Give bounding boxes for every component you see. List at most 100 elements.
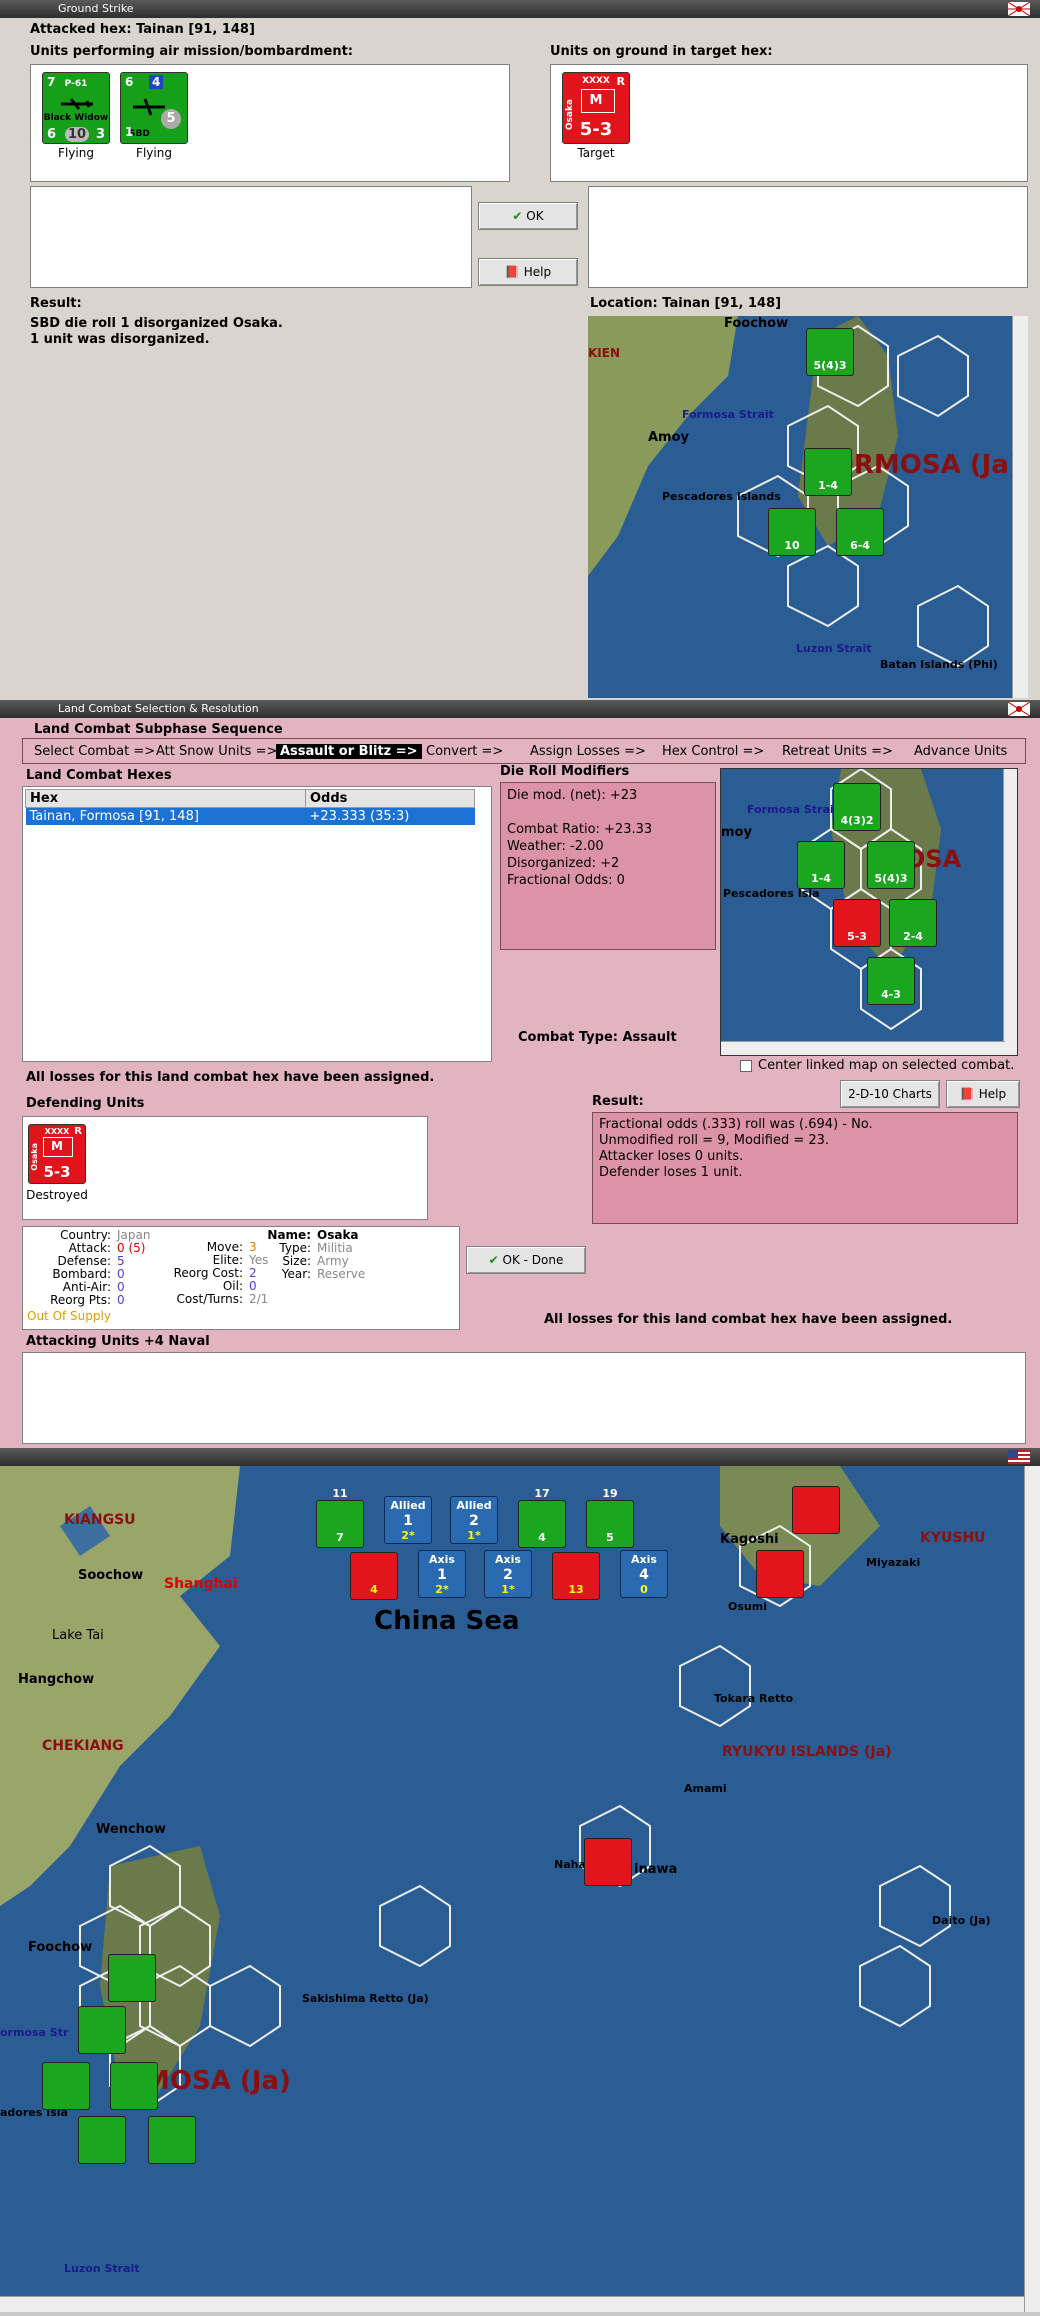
map-unit[interactable]: 5(4)3 (867, 841, 915, 889)
sea-box-number: 2 (503, 1567, 513, 1583)
linked-map-vscroll[interactable] (1003, 769, 1017, 1055)
map-unit[interactable]: 10 (768, 508, 816, 556)
die-roll-box: Die mod. (net): +23 Combat Ratio: +23.33… (500, 782, 716, 950)
map-scrollbar[interactable] (1012, 316, 1028, 698)
col-odds: Odds (305, 789, 475, 808)
main-map-hscroll[interactable] (0, 2296, 1024, 2312)
linked-map-hscroll[interactable] (721, 1041, 1005, 1055)
map-unit[interactable]: 6-4 (836, 508, 884, 556)
map-label-osumi: Osumi (728, 1600, 767, 1613)
die-line: Fractional Odds: 0 (507, 873, 625, 888)
map-label-okinawa: inawa (634, 1862, 678, 1877)
sea-box-axis-2[interactable]: Axis 2 1* (484, 1550, 532, 1598)
map-label-wenchow: Wenchow (96, 1822, 166, 1837)
air-unit-token[interactable]: 19 5 (586, 1487, 634, 1548)
tab-advance-units[interactable]: Advance Units (914, 744, 1007, 759)
map-unit[interactable] (78, 2116, 126, 2164)
window-title: Ground Strike (58, 2, 134, 15)
die-line: Disorganized: +2 (507, 856, 620, 871)
tab-att-snow[interactable]: Att Snow Units => (156, 744, 277, 759)
land-combat-titlebar[interactable]: Land Combat Selection & Resolution (0, 700, 1040, 718)
def-unit-status: Destroyed (26, 1188, 88, 1202)
land-combat-window: Land Combat Selection & Resolution Land … (0, 700, 1040, 2134)
die-line (507, 804, 709, 821)
sea-box-allied-2[interactable]: Allied 2 1* (450, 1496, 498, 1544)
axis-air-token[interactable]: 13 (552, 1552, 600, 1600)
sea-box-label: Allied (390, 1499, 426, 1512)
ground-strike-titlebar[interactable]: Ground Strike (0, 0, 1040, 18)
center-linked-row[interactable]: Center linked map on selected combat. (740, 1058, 1014, 1073)
tab-retreat-units[interactable]: Retreat Units => (782, 744, 893, 759)
map-unit[interactable]: 5(4)3 (806, 328, 854, 376)
token-value: 13 (568, 1583, 584, 1596)
result-line-1: SBD die roll 1 disorganized Osaka. (30, 316, 283, 331)
losses-msg-bottom: All losses for this land combat hex have… (544, 1312, 953, 1327)
map-label-kagoshima: Kagoshi (720, 1532, 779, 1547)
location-map[interactable]: Foochow KIEN Formosa Strait Amoy Pescado… (588, 316, 1028, 698)
linked-map[interactable]: Formosa Strait moy Pescadores Isla MOSA … (720, 768, 1018, 1056)
unit-sub: Black Widow (43, 113, 109, 123)
map-label-foochow: Foochow (28, 1940, 93, 1955)
unit-info-box: Country: Attack: Defense: Bombard: Anti-… (22, 1226, 460, 1330)
map-label-miyazaki: Miyazaki (866, 1556, 921, 1569)
air-unit-token[interactable]: 17 4 (518, 1487, 566, 1548)
air-unit-token[interactable]: 11 7 (316, 1487, 364, 1548)
map-unit[interactable]: 1-4 (804, 448, 852, 496)
tab-convert[interactable]: Convert => (426, 744, 503, 759)
map-label-formosa: MOSA (Ja) (144, 2066, 291, 2096)
def-unit-osaka[interactable]: XXXX R Osaka M 5-3 (28, 1124, 86, 1184)
hexes-label: Land Combat Hexes (26, 768, 172, 783)
cell-hex: Tainan, Formosa [91, 148] (29, 809, 199, 824)
main-map-vscroll[interactable] (1024, 1466, 1040, 2312)
sea-box-label: Axis (429, 1553, 455, 1566)
map-unit[interactable] (108, 1954, 156, 2002)
charts-button[interactable]: 2-D-10 Charts (840, 1080, 940, 1108)
token-value: 4 (538, 1531, 546, 1544)
map-label-hangchow: Hangchow (18, 1672, 95, 1687)
sea-box-mod: 1* (501, 1583, 515, 1596)
info-key: Reorg Pts: (50, 1293, 111, 1307)
axis-air-token[interactable]: 4 (350, 1552, 398, 1600)
map-unit[interactable]: 4(3)2 (833, 783, 881, 831)
tab-assault-blitz[interactable]: Assault or Blitz => (276, 744, 422, 759)
map-unit[interactable]: 1-4 (797, 841, 845, 889)
map-unit[interactable]: 2-4 (889, 899, 937, 947)
map-unit[interactable] (110, 2062, 158, 2110)
help-button[interactable]: 📕 Help (478, 258, 578, 286)
map-label-sakishima: Sakishima Retto (Ja) (302, 1992, 429, 2005)
sea-box-axis-1[interactable]: Axis 1 2* (418, 1550, 466, 1598)
sea-box-allied-1[interactable]: Allied 1 2* (384, 1496, 432, 1544)
map-unit[interactable]: 4-3 (867, 957, 915, 1005)
unit-top-left: 6 (125, 75, 134, 89)
center-linked-checkbox[interactable] (740, 1060, 752, 1072)
ok-done-button[interactable]: ✔ OK - Done (466, 1246, 586, 1274)
ground-unit-osaka[interactable]: XXXX R Osaka M 5-3 (562, 72, 630, 144)
hexes-table: Hex Odds Tainan, Formosa [91, 148] +23.3… (25, 789, 475, 825)
land-help-button[interactable]: 📕 Help (946, 1080, 1020, 1108)
tab-select-combat[interactable]: Select Combat => (34, 744, 155, 759)
map-label-pescadores: Pescadores Islands (662, 490, 781, 503)
right-message-box (588, 186, 1028, 288)
ok-button[interactable]: ✔ OK (478, 202, 578, 230)
map-unit[interactable]: 5-3 (833, 899, 881, 947)
main-map[interactable]: KIANGSU Soochow Shanghai Lake Tai Hangch… (0, 1466, 1040, 2312)
tab-hex-control[interactable]: Hex Control => (662, 744, 764, 759)
sea-box-label: Axis (495, 1553, 521, 1566)
table-row[interactable]: Tainan, Formosa [91, 148] +23.333 (35:3) (25, 807, 475, 825)
main-map-titlebar[interactable] (0, 1448, 1040, 1466)
axis-ground-token[interactable] (756, 1550, 804, 1598)
cell-odds: +23.333 (35:3) (309, 809, 410, 824)
map-unit[interactable] (78, 2006, 126, 2054)
map-unit[interactable] (148, 2116, 196, 2164)
axis-air-token[interactable] (792, 1486, 840, 1534)
tab-assign-losses[interactable]: Assign Losses => (530, 744, 646, 759)
losses-msg-top: All losses for this land combat hex have… (26, 1070, 435, 1085)
hexes-table-box: Hex Odds Tainan, Formosa [91, 148] +23.3… (22, 786, 492, 1062)
token-value: 5 (606, 1531, 614, 1544)
axis-ground-token[interactable] (584, 1838, 632, 1886)
result-line: Unmodified roll = 9, Modified = 23. (599, 1133, 830, 1148)
air-unit-sbd[interactable]: 6 4 SBD 1 5 (120, 72, 188, 144)
air-unit-p61[interactable]: 7 P-61 Black Widow 6 10 3 (42, 72, 110, 144)
sea-box-axis-4[interactable]: Axis 4 0 (620, 1550, 668, 1598)
map-unit[interactable] (42, 2062, 90, 2110)
